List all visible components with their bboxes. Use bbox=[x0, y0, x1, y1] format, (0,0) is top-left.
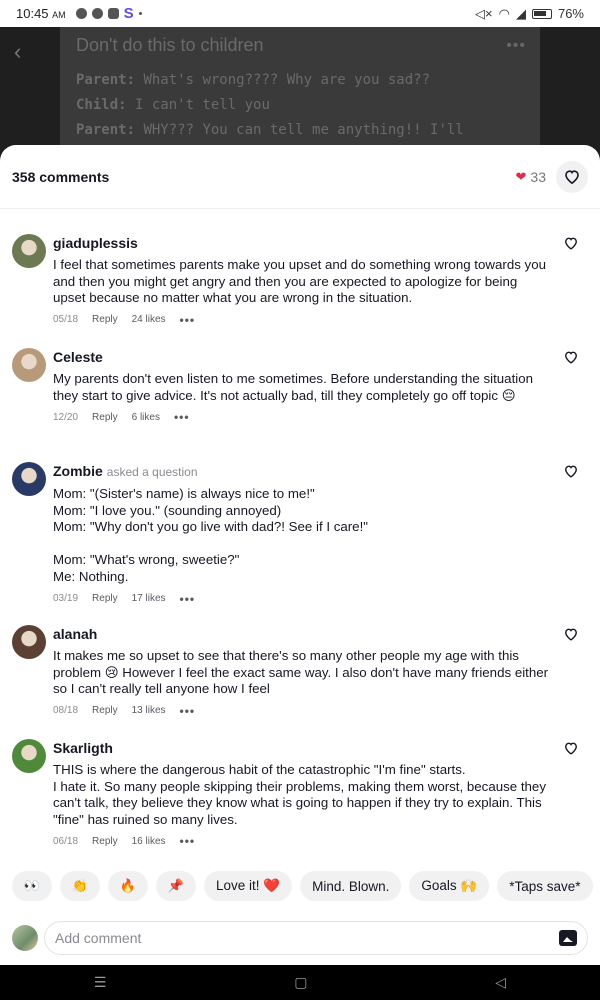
reply-button[interactable]: Reply bbox=[92, 314, 118, 325]
comment-likes: 16 likes bbox=[131, 835, 166, 847]
reply-button[interactable]: Reply bbox=[92, 412, 118, 423]
fire-reaction-chip[interactable]: 🔥 bbox=[108, 871, 148, 901]
back-icon[interactable]: ◁ bbox=[495, 974, 506, 991]
notification-icons: S bbox=[75, 5, 142, 22]
heart-outline-icon[interactable] bbox=[564, 627, 578, 641]
post-title: Don't do this to children bbox=[76, 35, 264, 55]
clap-reaction-chip[interactable]: 👏 bbox=[60, 871, 100, 901]
heart-outline-icon[interactable] bbox=[564, 236, 578, 250]
battery-percent: 76% bbox=[557, 6, 584, 21]
goals-chip[interactable]: Goals 🙌 bbox=[409, 871, 490, 901]
recents-icon[interactable]: ☰ bbox=[94, 974, 107, 991]
comment-meta: 12/20 Reply 6 likes ••• bbox=[53, 410, 553, 424]
comment-date: 03/19 bbox=[53, 593, 79, 605]
pin-reaction-chip[interactable]: 📌 bbox=[156, 871, 196, 901]
comment-likes: 17 likes bbox=[131, 593, 166, 605]
comment-username[interactable]: Skarligth bbox=[53, 739, 553, 757]
comment-meta: 08/18 Reply 13 likes ••• bbox=[53, 704, 553, 718]
comment-date: 05/18 bbox=[53, 314, 79, 326]
home-icon[interactable]: ▢ bbox=[294, 974, 307, 991]
comment-text: THIS is where the dangerous habit of the… bbox=[53, 762, 546, 827]
comment-meta: 03/19 Reply 17 likes ••• bbox=[53, 592, 553, 606]
status-bar: 10:45 AM S ◁× ◠ ◢ 76% bbox=[0, 0, 600, 27]
reply-button[interactable]: Reply bbox=[92, 836, 118, 847]
back-arrow-icon[interactable]: ‹ bbox=[14, 39, 21, 65]
comments-header: 358 comments ❤ 33 bbox=[0, 145, 600, 209]
comments-sheet: 358 comments ❤ 33 giaduplessis I feel th… bbox=[0, 145, 600, 965]
mind-blown-chip[interactable]: Mind. Blown. bbox=[300, 871, 402, 901]
heart-outline-icon[interactable] bbox=[564, 741, 578, 755]
taps-save-chip[interactable]: *Taps save* bbox=[497, 871, 593, 901]
comment-date: 08/18 bbox=[53, 705, 79, 717]
comment-input-row: Add comment bbox=[0, 918, 600, 958]
add-comment-placeholder[interactable]: Add comment bbox=[55, 930, 559, 946]
reply-button[interactable]: Reply bbox=[92, 705, 118, 716]
comment-username-text[interactable]: Zombie bbox=[53, 463, 103, 479]
my-avatar bbox=[12, 925, 38, 951]
battery-icon bbox=[531, 8, 552, 19]
system-icons: ◁× ◠ ◢ 76% bbox=[475, 6, 584, 22]
avatar[interactable] bbox=[12, 234, 46, 268]
add-comment-input[interactable]: Add comment bbox=[44, 921, 588, 955]
avatar[interactable] bbox=[12, 625, 46, 659]
like-post-button[interactable] bbox=[556, 160, 588, 193]
more-options-icon[interactable]: ••• bbox=[174, 410, 190, 424]
avatar[interactable] bbox=[12, 348, 46, 382]
system-nav-bar: ☰ ▢ ◁ bbox=[0, 965, 600, 1000]
quick-reactions: 👀 👏 🔥 📌 Love it! ❤️ Mind. Blown. Goals 🙌… bbox=[12, 871, 593, 901]
comment-likes: 6 likes bbox=[131, 411, 160, 423]
comment-date: 06/18 bbox=[53, 835, 79, 847]
comment-count: 358 comments bbox=[12, 168, 110, 185]
heart-outline-icon bbox=[565, 170, 579, 184]
comment-username[interactable]: giaduplessis bbox=[53, 234, 553, 252]
status-time: 10:45 AM bbox=[16, 6, 66, 21]
post-more-icon: ••• bbox=[506, 37, 526, 54]
post-line: Child: I can't tell you bbox=[76, 97, 270, 113]
comment-likes: 13 likes bbox=[131, 705, 166, 717]
asked-question-label: asked a question bbox=[106, 465, 198, 479]
comment-date: 12/20 bbox=[53, 411, 79, 423]
discord-icon bbox=[91, 8, 103, 19]
heart-outline-icon[interactable] bbox=[564, 464, 578, 478]
likes-count: 33 bbox=[530, 168, 546, 185]
reply-button[interactable]: Reply bbox=[92, 593, 118, 604]
comment-text: My parents don't even listen to me somet… bbox=[53, 371, 534, 403]
mute-icon: ◁× bbox=[475, 5, 493, 21]
pinterest-icon bbox=[75, 8, 87, 19]
more-options-icon[interactable]: ••• bbox=[180, 313, 196, 327]
more-options-icon[interactable]: ••• bbox=[180, 704, 196, 718]
avatar[interactable] bbox=[12, 739, 46, 773]
comment-text: I feel that sometimes parents make you u… bbox=[53, 257, 546, 306]
post-card: Don't do this to children ••• Parent: Wh… bbox=[60, 27, 540, 157]
wifi-icon: ◠ bbox=[498, 5, 510, 21]
more-notifications-icon bbox=[138, 12, 142, 15]
comment-username[interactable]: alanah bbox=[53, 625, 553, 643]
heart-filled-icon: ❤ bbox=[515, 168, 527, 184]
s-app-icon: S bbox=[123, 5, 134, 22]
comment-likes: 24 likes bbox=[131, 314, 166, 326]
more-options-icon[interactable]: ••• bbox=[180, 592, 196, 606]
eyes-reaction-chip[interactable]: 👀 bbox=[12, 871, 52, 901]
image-icon[interactable] bbox=[559, 930, 577, 946]
avatar[interactable] bbox=[12, 462, 46, 496]
comment-username[interactable]: Zombie asked a question bbox=[53, 462, 553, 481]
comment-meta: 05/18 Reply 24 likes ••• bbox=[53, 313, 553, 327]
comment-meta: 06/18 Reply 16 likes ••• bbox=[53, 834, 553, 848]
comment-username[interactable]: Celeste bbox=[53, 348, 553, 366]
comment-text: Mom: "(Sister's name) is always nice to … bbox=[53, 486, 368, 584]
post-line: Parent: What's wrong???? Why are you sad… bbox=[76, 72, 431, 88]
comment-text: It makes me so upset to see that there's… bbox=[53, 648, 549, 697]
more-options-icon[interactable]: ••• bbox=[180, 834, 196, 848]
post-likes: ❤ 33 bbox=[516, 169, 546, 185]
post-line: Parent: WHY??? You can tell me anything!… bbox=[76, 122, 464, 138]
app-notification-icon bbox=[107, 8, 119, 19]
love-it-chip[interactable]: Love it! ❤️ bbox=[204, 871, 293, 901]
heart-outline-icon[interactable] bbox=[564, 350, 578, 364]
signal-icon: ◢ bbox=[515, 5, 526, 21]
